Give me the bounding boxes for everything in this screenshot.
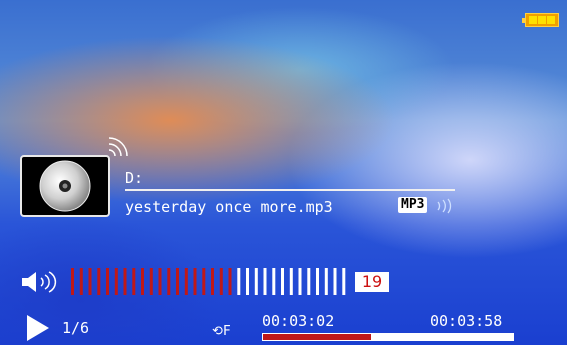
volume-tick — [246, 268, 249, 295]
sound-waves-icon — [437, 198, 452, 214]
volume-tick — [106, 268, 109, 295]
drive-label: D: — [125, 169, 144, 187]
repeat-icon: ⟲ — [212, 324, 223, 339]
volume-tick — [281, 268, 284, 295]
volume-tick — [114, 268, 118, 295]
volume-tick — [88, 268, 92, 295]
volume-tick — [237, 268, 241, 295]
volume-tick — [141, 268, 144, 295]
repeat-mode[interactable]: ⟲F — [212, 324, 231, 339]
progress-fill — [263, 334, 371, 340]
divider — [125, 189, 455, 191]
current-time: 00:03:02 — [262, 312, 335, 330]
player-screen: D: yesterday once more.mp3 MP3 19 1/6 ⟲F… — [0, 0, 567, 345]
volume-tick — [272, 268, 276, 295]
volume-tick — [324, 268, 328, 295]
album-art — [20, 155, 110, 217]
volume-tick — [333, 268, 337, 295]
volume-tick — [158, 268, 162, 295]
volume-tick — [149, 268, 153, 295]
volume-tick — [254, 268, 258, 295]
volume-tick — [97, 268, 101, 295]
volume-tick — [176, 268, 179, 295]
progress-bar[interactable] — [262, 333, 514, 341]
volume-tick — [184, 268, 188, 295]
total-time: 00:03:58 — [430, 312, 503, 330]
repeat-mode-label: F — [222, 324, 231, 339]
battery-icon — [522, 13, 559, 27]
volume-tick — [132, 268, 136, 295]
volume-tick — [193, 268, 197, 295]
volume-tick — [211, 268, 214, 295]
cd-icon — [39, 160, 91, 212]
volume-tick — [71, 268, 74, 295]
volume-tick — [123, 268, 127, 295]
volume-tick — [263, 268, 267, 295]
volume-tick — [307, 268, 311, 295]
volume-tick — [167, 268, 171, 295]
volume-value: 19 — [355, 272, 389, 292]
volume-tick — [219, 268, 223, 295]
volume-bar[interactable] — [70, 268, 350, 295]
volume-tick — [202, 268, 206, 295]
volume-tick — [298, 268, 302, 295]
volume-tick — [289, 268, 293, 295]
speaker-icon[interactable] — [20, 270, 68, 294]
volume-tick — [342, 268, 346, 295]
volume-tick — [79, 268, 83, 295]
track-title: yesterday once more.mp3 — [125, 198, 333, 216]
format-badge: MP3 — [398, 197, 428, 213]
play-icon[interactable] — [27, 315, 49, 341]
volume-tick — [316, 268, 319, 295]
track-index: 1/6 — [62, 319, 90, 337]
volume-tick — [228, 268, 232, 295]
